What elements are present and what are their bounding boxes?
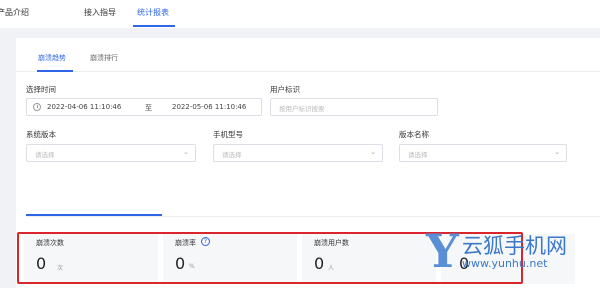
time-label: 选择时间	[26, 85, 56, 94]
chevron-down-icon: ⌄	[183, 148, 189, 156]
top-nav: 产品介绍 接入指导 统计报表	[0, 0, 600, 28]
watermark-name: 云狐手机网	[462, 234, 567, 258]
nav-tab-product-intro[interactable]: 产品介绍	[0, 7, 29, 18]
active-tab-indicator	[133, 25, 175, 27]
nav-tab-statistics[interactable]: 统计报表	[137, 7, 169, 18]
chevron-down-icon: ⌄	[370, 148, 376, 156]
clock-icon	[33, 103, 41, 111]
date-separator: 至	[145, 104, 152, 112]
end-date[interactable]: 2022-05-06 11:10:46	[172, 103, 246, 111]
phone-model-placeholder: 请选择	[222, 151, 242, 159]
os-version-select[interactable]: 请选择 ⌄	[26, 144, 196, 162]
date-range-picker[interactable]: 2022-04-06 11:10:46 至 2022-05-06 11:10:4…	[26, 98, 262, 116]
subtab-crash-ranking[interactable]: 崩溃排行	[90, 53, 118, 63]
subtab-indicator	[37, 70, 73, 72]
version-name-placeholder: 请选择	[408, 151, 428, 159]
subtab-crash-trend[interactable]: 崩溃趋势	[38, 53, 66, 63]
user-id-label: 用户标识	[270, 85, 300, 94]
subtab-bar: 崩溃趋势 崩溃排行	[16, 38, 600, 72]
os-version-placeholder: 请选择	[35, 151, 55, 159]
version-name-label: 版本名称	[399, 130, 429, 139]
os-version-label: 系统版本	[26, 130, 56, 139]
phone-model-label: 手机型号	[213, 130, 243, 139]
start-date[interactable]: 2022-04-06 11:10:46	[47, 103, 121, 111]
divider	[26, 216, 600, 217]
version-name-select[interactable]: 请选择 ⌄	[399, 144, 567, 162]
watermark-letter: Y	[426, 224, 459, 278]
nav-tab-access-guide[interactable]: 接入指导	[84, 7, 116, 18]
watermark-logo: Y 云狐手机网 www.yunhu.net	[426, 224, 600, 288]
chevron-down-icon: ⌄	[554, 148, 560, 156]
user-id-input[interactable]: 按用户标识搜索	[270, 98, 438, 116]
user-id-placeholder: 按用户标识搜索	[279, 105, 325, 113]
watermark-url: www.yunhu.net	[462, 257, 548, 270]
phone-model-select[interactable]: 请选择 ⌄	[213, 144, 383, 162]
